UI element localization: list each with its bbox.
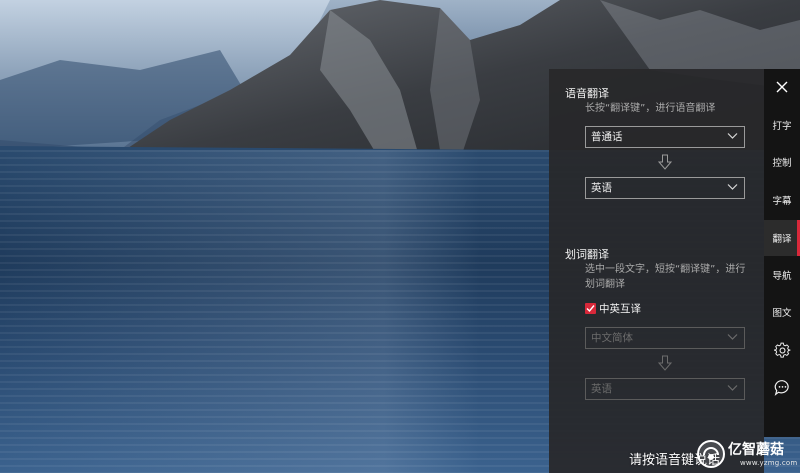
settings-button[interactable] bbox=[764, 332, 800, 368]
chat-bubble-icon bbox=[774, 379, 789, 396]
tab-control-label: 控制 bbox=[772, 158, 792, 169]
tab-typing[interactable]: 打字 bbox=[764, 107, 800, 143]
close-button[interactable] bbox=[764, 69, 800, 105]
word-translation-title: 划词翻译 bbox=[565, 248, 609, 261]
voice-source-language-select[interactable]: 普通话 bbox=[585, 126, 745, 148]
arrow-down-icon bbox=[658, 355, 672, 371]
gear-icon bbox=[773, 342, 790, 358]
word-target-language-value: 英语 bbox=[591, 383, 612, 395]
chevron-down-icon bbox=[727, 385, 738, 391]
tab-translate[interactable]: 翻译 bbox=[764, 220, 800, 256]
tab-subtitles[interactable]: 字幕 bbox=[764, 182, 800, 218]
watermark-logo-icon bbox=[697, 440, 725, 468]
tab-image-text-label: 图文 bbox=[772, 308, 792, 319]
checkmark-icon bbox=[586, 304, 595, 312]
arrow-down-icon bbox=[658, 154, 672, 170]
chevron-down-icon bbox=[727, 334, 738, 340]
watermark-name: 亿智蘑菇 bbox=[728, 442, 784, 458]
tab-translate-label: 翻译 bbox=[772, 234, 792, 245]
bilingual-checkbox-label: 中英互译 bbox=[599, 302, 641, 315]
voice-source-language-value: 普通话 bbox=[591, 131, 623, 143]
tab-image-text[interactable]: 图文 bbox=[764, 294, 800, 330]
side-tab-bar: 打字 控制 字幕 翻译 导航 图文 bbox=[764, 69, 800, 437]
tab-subtitles-label: 字幕 bbox=[772, 196, 792, 207]
bilingual-toggle[interactable]: 中英互译 bbox=[585, 301, 641, 315]
chevron-down-icon bbox=[727, 184, 738, 190]
tab-control[interactable]: 控制 bbox=[764, 144, 800, 180]
word-source-language-value: 中文简体 bbox=[591, 332, 633, 344]
voice-translation-hint: 长按“翻译键”，进行语音翻译 bbox=[585, 103, 716, 114]
watermark: 亿智蘑菇 www.yzmg.com bbox=[696, 435, 800, 473]
translation-panel: 语音翻译 长按“翻译键”，进行语音翻译 普通话 英语 划词翻译 选中一段文字，短… bbox=[549, 69, 764, 473]
bilingual-checkbox[interactable] bbox=[585, 302, 596, 314]
tab-typing-label: 打字 bbox=[772, 121, 792, 132]
watermark-url: www.yzmg.com bbox=[740, 459, 798, 467]
voice-target-language-select[interactable]: 英语 bbox=[585, 177, 745, 199]
word-target-language-select[interactable]: 英语 bbox=[585, 378, 745, 400]
tab-navigation[interactable]: 导航 bbox=[764, 257, 800, 293]
word-translation-hint: 选中一段文字，短按“翻译键”，进行划词翻译 bbox=[585, 264, 746, 290]
close-icon bbox=[776, 81, 788, 93]
chevron-down-icon bbox=[727, 133, 738, 139]
tab-navigation-label: 导航 bbox=[772, 271, 792, 282]
chat-button[interactable] bbox=[764, 369, 800, 405]
word-source-language-select[interactable]: 中文简体 bbox=[585, 327, 745, 349]
voice-translation-title: 语音翻译 bbox=[565, 87, 609, 100]
voice-target-language-value: 英语 bbox=[591, 182, 612, 194]
